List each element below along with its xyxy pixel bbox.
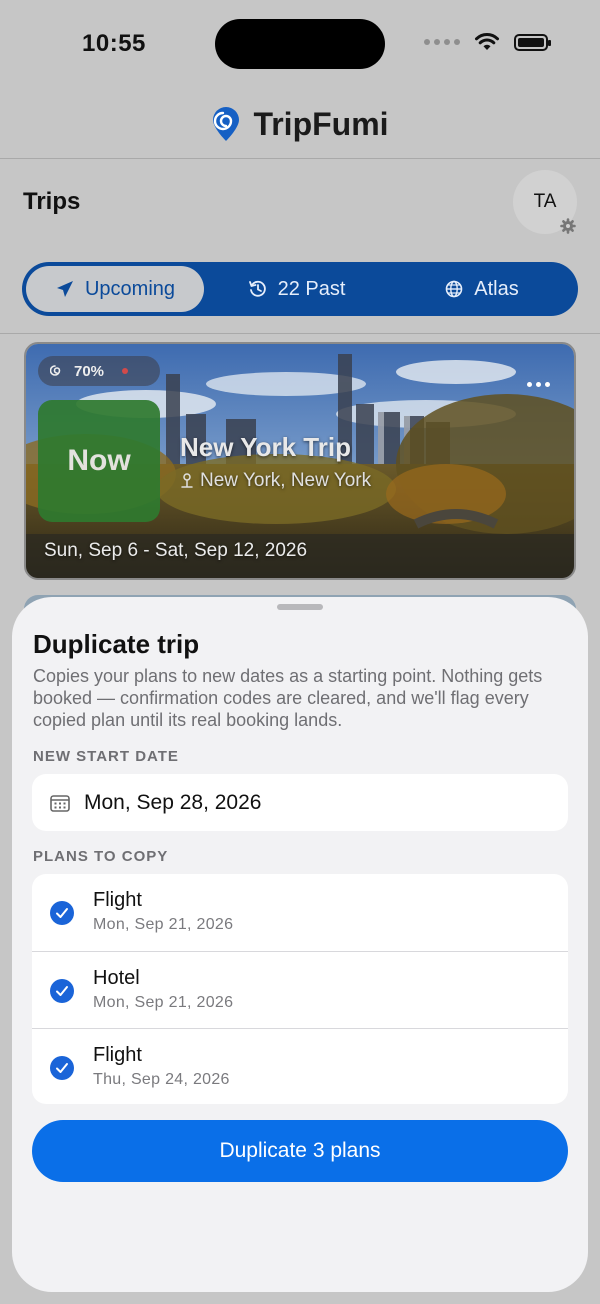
duplicate-button[interactable]: Duplicate 3 plans — [32, 1120, 568, 1182]
sheet-description: Copies your plans to new dates as a star… — [33, 666, 543, 730]
page-title: Trips — [23, 188, 81, 215]
trip-location: New York, New York — [180, 470, 371, 492]
start-date-label: NEW START DATE — [33, 748, 179, 765]
battery-icon — [514, 33, 551, 51]
history-icon — [248, 280, 266, 297]
calendar-icon — [50, 794, 70, 812]
status-time: 10:55 — [82, 30, 146, 57]
trip-dates: Sun, Sep 6 - Sat, Sep 12, 2026 — [44, 540, 308, 561]
progress-label: 70% — [74, 362, 105, 380]
app-header: TripFumi — [0, 90, 600, 159]
sheet-grabber[interactable] — [277, 604, 323, 610]
status-dot — [122, 368, 129, 374]
start-date-value: Mon, Sep 28, 2026 — [84, 790, 262, 814]
tab-past[interactable]: 22 Past — [204, 266, 389, 312]
more-options-icon[interactable] — [527, 382, 550, 387]
tab-atlas-label: Atlas — [474, 277, 519, 300]
tab-atlas[interactable]: Atlas — [389, 266, 574, 312]
status-icons — [424, 32, 551, 52]
divider — [0, 333, 600, 334]
wifi-icon — [475, 33, 499, 50]
checkmark-icon[interactable] — [50, 901, 74, 925]
progress-pill: 70% — [38, 356, 160, 386]
plan-row[interactable]: Hotel Mon, Sep 21, 2026 — [32, 951, 568, 1028]
plans-list: Flight Mon, Sep 21, 2026 Hotel Mon, Sep … — [32, 874, 568, 1104]
tripfumi-swirl-icon — [50, 365, 61, 376]
location-pin-icon — [181, 473, 193, 488]
tripfumi-logo-icon — [213, 107, 240, 141]
now-badge: Now — [38, 400, 160, 522]
gear-icon[interactable] — [560, 218, 576, 234]
sheet-title: Duplicate trip — [33, 629, 200, 659]
trip-tabs: Upcoming 22 Past Atlas — [22, 262, 578, 316]
trip-location-label: New York, New York — [200, 470, 372, 491]
signal-icon — [424, 39, 460, 45]
plan-date: Mon, Sep 21, 2026 — [93, 994, 234, 1011]
plan-name: Flight — [93, 1044, 142, 1066]
tab-upcoming-label: Upcoming — [84, 277, 176, 300]
plan-date: Mon, Sep 21, 2026 — [93, 916, 234, 933]
start-date-field[interactable]: Mon, Sep 28, 2026 — [32, 774, 568, 831]
status-bar: 10:55 — [0, 0, 600, 90]
plane-icon — [56, 281, 73, 297]
globe-icon — [445, 280, 463, 298]
plans-label: PLANS TO COPY — [33, 848, 169, 865]
trip-card[interactable]: 70% Now New York Trip New York, New York… — [24, 342, 576, 580]
trip-name: New York Trip — [180, 432, 351, 462]
dynamic-island — [215, 19, 385, 69]
plan-name: Hotel — [93, 967, 140, 989]
checkmark-icon[interactable] — [50, 1056, 74, 1080]
plan-date: Thu, Sep 24, 2026 — [93, 1071, 230, 1088]
plan-row[interactable]: Flight Thu, Sep 24, 2026 — [32, 1028, 568, 1104]
tab-past-label: 22 Past — [277, 277, 346, 300]
plan-row[interactable]: Flight Mon, Sep 21, 2026 — [32, 874, 568, 951]
plan-name: Flight — [93, 889, 142, 911]
tab-upcoming[interactable]: Upcoming — [26, 266, 204, 312]
duplicate-trip-sheet: Duplicate trip Copies your plans to new … — [12, 597, 588, 1292]
checkmark-icon[interactable] — [50, 979, 74, 1003]
app-name: TripFumi — [253, 105, 389, 142]
